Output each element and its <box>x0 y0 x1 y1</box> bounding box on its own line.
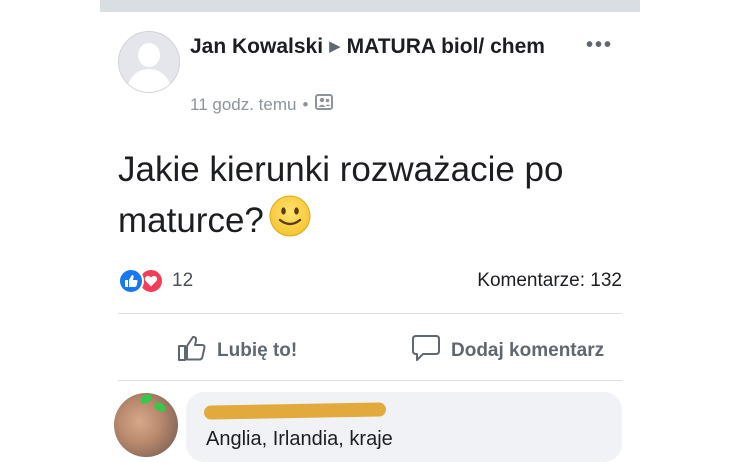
post-time[interactable]: 11 godz. temu <box>190 95 296 115</box>
post-header: Jan Kowalski ▶ MATURA biol/ chem <box>190 33 575 61</box>
thumbs-up-icon <box>177 334 217 368</box>
redacted-commenter-name <box>203 402 387 420</box>
separator-dot: • <box>302 94 309 114</box>
comment-button[interactable]: Dodaj komentarz <box>411 334 604 368</box>
like-label: Lubię to! <box>217 340 298 361</box>
post-body: Jakie kierunki rozważacie po maturce? <box>118 150 564 240</box>
reactions-summary[interactable]: 12 <box>118 268 193 294</box>
group-members-icon <box>315 94 334 115</box>
author-avatar[interactable] <box>118 31 180 93</box>
comments-count[interactable]: Komentarze: 132 <box>477 270 622 292</box>
reaction-count: 12 <box>172 270 194 291</box>
smiley-emoji-icon <box>268 194 312 251</box>
comment-text: Anglia, Irlandia, kraje <box>206 428 393 450</box>
author-name[interactable]: Jan Kowalski <box>190 35 323 58</box>
arrow-right-icon: ▶ <box>329 38 341 55</box>
divider-top <box>118 313 622 314</box>
comment-bubble-icon <box>411 334 451 368</box>
group-name[interactable]: MATURA biol/ chem <box>347 35 545 58</box>
divider-bottom <box>118 380 622 381</box>
post-meta: 11 godz. temu • <box>190 94 334 115</box>
like-button[interactable]: Lubię to! <box>177 334 297 368</box>
more-options-icon[interactable]: ••• <box>586 34 613 57</box>
comment-label: Dodaj komentarz <box>451 340 605 361</box>
commenter-avatar[interactable] <box>114 393 178 457</box>
like-reaction-icon <box>118 268 144 294</box>
previous-post-edge <box>100 0 640 12</box>
comment-bubble[interactable]: Anglia, Irlandia, kraje <box>186 392 622 462</box>
post-text: Jakie kierunki rozważacie po maturce? <box>118 146 618 251</box>
